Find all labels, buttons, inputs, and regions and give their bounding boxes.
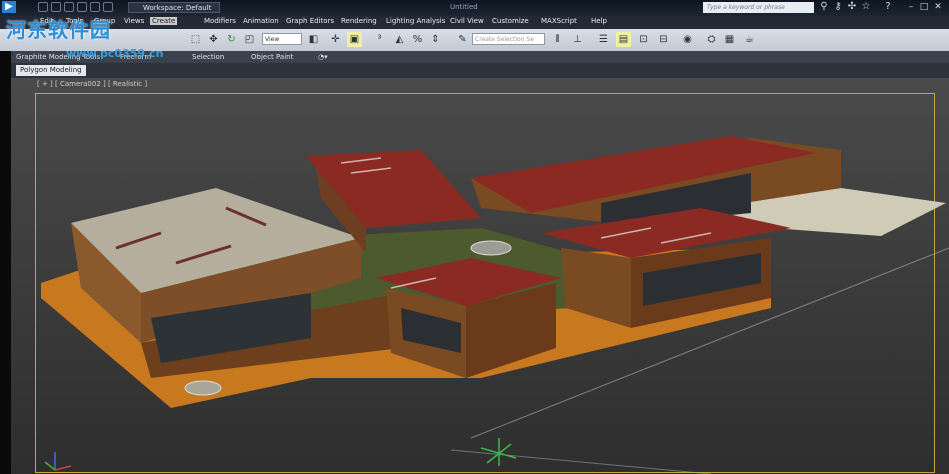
menu-lighting-analysis[interactable]: Lighting Analysis: [386, 17, 445, 25]
render-production-icon[interactable]: ☕: [742, 32, 757, 47]
help-icon[interactable]: ?: [882, 1, 894, 13]
new-file-icon[interactable]: [38, 2, 48, 12]
menu-create[interactable]: Create: [150, 17, 178, 25]
open-file-icon[interactable]: [51, 2, 61, 12]
save-icon[interactable]: [64, 2, 74, 12]
graphite-toggle-icon[interactable]: ▤: [616, 32, 631, 47]
menu-views[interactable]: Views: [124, 17, 144, 25]
menu-rendering[interactable]: Rendering: [341, 17, 377, 25]
ribbon-panel: Polygon Modeling: [0, 63, 949, 78]
watermark-text: 河东软件园: [6, 18, 111, 42]
rendered-frame-window-icon[interactable]: ▦: [722, 32, 737, 47]
curve-editor-icon[interactable]: ⊡: [636, 32, 651, 47]
building-3d-model[interactable]: [11, 78, 949, 474]
minimize-button[interactable]: –: [905, 1, 917, 13]
close-button[interactable]: ✕: [932, 1, 944, 13]
exchange-icon[interactable]: ✣: [846, 1, 858, 13]
menu-civil-view[interactable]: Civil View: [450, 17, 484, 25]
menu-customize[interactable]: Customize: [492, 17, 529, 25]
mirror-icon[interactable]: ⫴: [550, 32, 565, 47]
snaps-toggle-icon[interactable]: ³: [372, 32, 387, 47]
named-selection-set-dropdown[interactable]: Create Selection Se: [472, 33, 545, 45]
redo-icon[interactable]: [90, 2, 100, 12]
ribbon-options-icon[interactable]: ◔▾: [318, 53, 328, 61]
schematic-view-icon[interactable]: ⊟: [656, 32, 671, 47]
quick-access-toolbar: [38, 2, 116, 14]
window-title: Untitled: [450, 3, 478, 11]
tab-selection[interactable]: Selection: [192, 53, 224, 61]
scale-icon[interactable]: ◰: [242, 32, 257, 47]
app-logo-icon[interactable]: ▶: [2, 1, 16, 13]
undo-icon[interactable]: [77, 2, 87, 12]
angle-snap-icon[interactable]: ◭: [392, 32, 407, 47]
maximize-button[interactable]: □: [918, 1, 930, 13]
menu-graph-editors[interactable]: Graph Editors: [286, 17, 334, 25]
menu-animation[interactable]: Animation: [243, 17, 279, 25]
spinner-snap-icon[interactable]: ⇕: [428, 32, 443, 47]
layer-manager-icon[interactable]: ☰: [596, 32, 611, 47]
render-setup-icon[interactable]: ⛭: [704, 32, 719, 47]
binoculars-icon[interactable]: ⚲: [818, 1, 830, 13]
percent-snap-icon[interactable]: %: [410, 32, 425, 47]
select-manipulate-icon[interactable]: ✛: [328, 32, 343, 47]
camera-viewport[interactable]: [ + ] [ Camera002 ] [ Realistic ]: [11, 78, 949, 474]
tab-object-paint[interactable]: Object Paint: [251, 53, 293, 61]
keyboard-shortcut-override-icon[interactable]: ▣: [347, 32, 362, 47]
workspace-dropdown[interactable]: Workspace: Default: [128, 2, 220, 13]
pivot-center-icon[interactable]: ◧: [306, 32, 321, 47]
watermark-url: www.pc0359.cn: [66, 47, 164, 60]
favorites-star-icon[interactable]: ☆: [860, 1, 872, 13]
material-editor-icon[interactable]: ◉: [680, 32, 695, 47]
polygon-modeling-panel[interactable]: Polygon Modeling: [16, 65, 86, 76]
move-icon[interactable]: ✥: [206, 32, 221, 47]
key-icon[interactable]: ⚷: [832, 1, 844, 13]
rotate-icon[interactable]: ↻: [224, 32, 239, 47]
menu-modifiers[interactable]: Modifiers: [204, 17, 236, 25]
select-object-icon[interactable]: ⬚: [188, 32, 203, 47]
project-folder-icon[interactable]: [103, 2, 113, 12]
edit-named-selection-icon[interactable]: ✎: [455, 32, 470, 47]
camera-target-gizmo-icon: [480, 438, 517, 466]
menu-maxscript[interactable]: MAXScript: [541, 17, 577, 25]
world-axis-tripod-icon: [44, 452, 72, 471]
left-command-strip: [0, 51, 11, 474]
title-bar: ▶ Workspace: Default Untitled Type a key…: [0, 0, 949, 16]
search-input[interactable]: Type a keyword or phrase: [703, 2, 814, 13]
menu-bar: Edit Tools Group Views Create Modifiers …: [0, 16, 949, 29]
align-icon[interactable]: ⊥: [570, 32, 585, 47]
menu-help[interactable]: Help: [591, 17, 607, 25]
reference-coordinate-dropdown[interactable]: View: [262, 33, 302, 45]
